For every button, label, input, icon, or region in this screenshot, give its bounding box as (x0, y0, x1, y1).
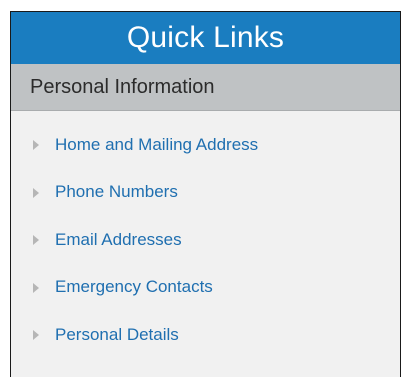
link-label[interactable]: Emergency Contacts (55, 277, 213, 297)
link-label[interactable]: Phone Numbers (55, 182, 178, 202)
link-personal-details[interactable]: Personal Details (11, 311, 400, 359)
link-phone-numbers[interactable]: Phone Numbers (11, 169, 400, 217)
quick-links-panel: Quick Links Personal Information Home an… (10, 11, 401, 377)
link-label[interactable]: Home and Mailing Address (55, 135, 258, 155)
triangle-right-icon (33, 235, 39, 246)
link-email-addresses[interactable]: Email Addresses (11, 216, 400, 264)
section-header[interactable]: Personal Information (11, 64, 400, 111)
triangle-right-icon (33, 140, 39, 151)
link-label[interactable]: Email Addresses (55, 230, 182, 250)
triangle-right-icon (33, 187, 39, 198)
link-home-and-mailing-address[interactable]: Home and Mailing Address (11, 121, 400, 169)
link-label[interactable]: Personal Details (55, 325, 179, 345)
section-title: Personal Information (30, 75, 215, 98)
panel-title: Quick Links (126, 21, 285, 54)
quick-links-list: Home and Mailing Address Phone Numbers E… (11, 111, 400, 359)
triangle-right-icon (33, 282, 39, 293)
link-emergency-contacts[interactable]: Emergency Contacts (11, 264, 400, 312)
triangle-right-icon (33, 330, 39, 341)
panel-header: Quick Links (11, 12, 400, 64)
